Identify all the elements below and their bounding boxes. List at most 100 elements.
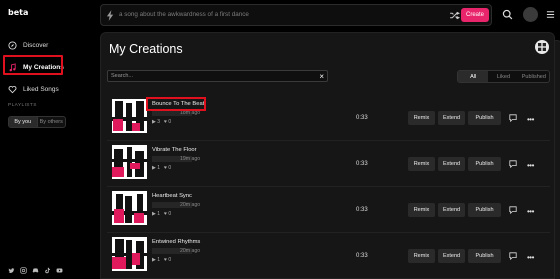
- artwork-shape: [112, 159, 147, 162]
- artwork-shape: [134, 213, 144, 223]
- page-title: My Creations: [109, 42, 183, 56]
- remix-button[interactable]: Remix: [408, 157, 435, 171]
- song-list: Bounce To The Beat 18m ago ▶ 3 ♥ 0 0:33 …: [107, 95, 550, 278]
- more-options-icon[interactable]: •••: [527, 161, 534, 170]
- like-count: ♥ 0: [164, 165, 172, 171]
- artwork-shape: [132, 253, 140, 265]
- menu-icon[interactable]: [546, 10, 555, 19]
- more-options-icon[interactable]: •••: [527, 207, 534, 216]
- song-age: 20m ago: [180, 248, 201, 254]
- avatar[interactable]: [523, 7, 538, 22]
- prompt-input[interactable]: a song about the awkwardness of a first …: [119, 11, 249, 18]
- tiktok-icon[interactable]: [44, 267, 51, 274]
- shuffle-icon[interactable]: [449, 10, 460, 21]
- tab-by-you[interactable]: By you: [9, 117, 38, 127]
- like-count: ♥ 0: [164, 211, 172, 217]
- logo-beta: beta: [8, 8, 29, 17]
- main-panel: My Creations Search... × All Liked Publi…: [100, 32, 555, 279]
- remix-button[interactable]: Remix: [408, 249, 435, 263]
- extend-button[interactable]: Extend: [438, 203, 465, 217]
- sidebar: udio beta Discover My Creations Liked So…: [0, 0, 560, 279]
- sidebar-item-label: Discover: [23, 41, 49, 49]
- compass-icon: [8, 40, 17, 50]
- search-icon[interactable]: [502, 9, 513, 20]
- play-count: ▶ 3: [152, 119, 161, 125]
- more-options-icon[interactable]: •••: [527, 115, 534, 124]
- song-row[interactable]: Vibrate The Floor 19m ago ▶ 1 ♥ 0 0:33 R…: [107, 141, 550, 187]
- twitter-icon[interactable]: [8, 267, 15, 274]
- artwork-shape: [112, 253, 147, 256]
- song-stats: ▶ 1 ♥ 0: [152, 211, 171, 217]
- comment-icon[interactable]: [509, 252, 517, 260]
- udio-logo[interactable]: udio beta: [8, 8, 560, 279]
- song-duration: 0:33: [356, 161, 368, 167]
- grid-view-button[interactable]: [535, 40, 549, 54]
- song-row[interactable]: Heartbeat Sync 20m ago ▶ 1 ♥ 0 0:33 Remi…: [107, 187, 550, 233]
- close-icon[interactable]: ×: [319, 72, 324, 81]
- instagram-icon[interactable]: [20, 267, 27, 274]
- play-count: ▶ 1: [152, 211, 161, 217]
- publish-button[interactable]: Publish: [468, 111, 501, 125]
- remix-button[interactable]: Remix: [408, 111, 435, 125]
- song-age: 20m ago: [180, 202, 201, 208]
- song-title[interactable]: Entwined Rhythms: [152, 239, 200, 245]
- song-artwork[interactable]: [112, 191, 147, 225]
- extend-button[interactable]: Extend: [438, 111, 465, 125]
- tab-by-others[interactable]: By others: [38, 117, 66, 127]
- search-input[interactable]: Search... ×: [107, 70, 328, 82]
- extend-button[interactable]: Extend: [438, 157, 465, 171]
- prompt-bar: a song about the awkwardness of a first …: [100, 4, 492, 26]
- search-placeholder: Search...: [111, 73, 134, 79]
- comment-icon[interactable]: [509, 160, 517, 168]
- song-duration: 0:33: [356, 115, 368, 121]
- social-links: [8, 267, 63, 274]
- sidebar-item-liked-songs[interactable]: Liked Songs: [0, 80, 92, 98]
- song-artwork[interactable]: [112, 237, 147, 271]
- song-duration: 0:33: [356, 207, 368, 213]
- filter-tabs: All Liked Published: [457, 70, 550, 83]
- more-options-icon[interactable]: •••: [527, 253, 534, 262]
- remix-button[interactable]: Remix: [408, 203, 435, 217]
- comment-icon[interactable]: [509, 114, 517, 122]
- grid-icon: [538, 43, 546, 51]
- highlight-annotation-song: [146, 97, 206, 111]
- tab-published[interactable]: Published: [519, 71, 549, 82]
- song-artwork[interactable]: [112, 145, 147, 179]
- publish-button[interactable]: Publish: [468, 157, 501, 171]
- artwork-shape: [130, 163, 140, 169]
- song-title[interactable]: Heartbeat Sync: [152, 193, 192, 199]
- song-age: 19m ago: [180, 156, 201, 162]
- playlists-heading: PLAYLISTS: [8, 103, 37, 108]
- discord-icon[interactable]: [32, 267, 39, 274]
- song-stats: ▶ 1 ♥ 0: [152, 165, 171, 171]
- comment-icon[interactable]: [509, 206, 517, 214]
- like-count: ♥ 0: [164, 257, 172, 263]
- tab-liked[interactable]: Liked: [488, 71, 518, 82]
- song-duration: 0:33: [356, 253, 368, 259]
- artwork-shape: [132, 123, 140, 131]
- tab-all[interactable]: All: [458, 71, 489, 82]
- song-row[interactable]: Entwined Rhythms 20m ago ▶ 1 ♥ 0 0:33 Re…: [107, 233, 550, 278]
- artwork-shape: [113, 119, 123, 131]
- publish-button[interactable]: Publish: [468, 249, 501, 263]
- artwork-shape: [127, 147, 132, 177]
- lightning-icon: [106, 10, 114, 21]
- sidebar-item-discover[interactable]: Discover: [0, 36, 92, 54]
- like-count: ♥ 0: [164, 119, 172, 125]
- heart-icon: [8, 85, 17, 93]
- song-title[interactable]: Vibrate The Floor: [152, 147, 197, 153]
- highlight-annotation-sidebar: [3, 55, 63, 75]
- youtube-icon[interactable]: [56, 267, 63, 274]
- publish-button[interactable]: Publish: [468, 203, 501, 217]
- artwork-shape: [112, 257, 126, 269]
- create-button[interactable]: Create: [461, 8, 489, 22]
- app-window: udio beta Discover My Creations Liked So…: [0, 0, 560, 279]
- extend-button[interactable]: Extend: [438, 249, 465, 263]
- artwork-shape: [112, 167, 124, 177]
- play-count: ▶ 1: [152, 165, 161, 171]
- sidebar-item-label: Liked Songs: [23, 85, 59, 93]
- playlist-tabs: By you By others: [8, 116, 66, 128]
- song-artwork[interactable]: [112, 99, 147, 133]
- song-stats: ▶ 3 ♥ 0: [152, 119, 171, 125]
- artwork-shape: [125, 196, 132, 223]
